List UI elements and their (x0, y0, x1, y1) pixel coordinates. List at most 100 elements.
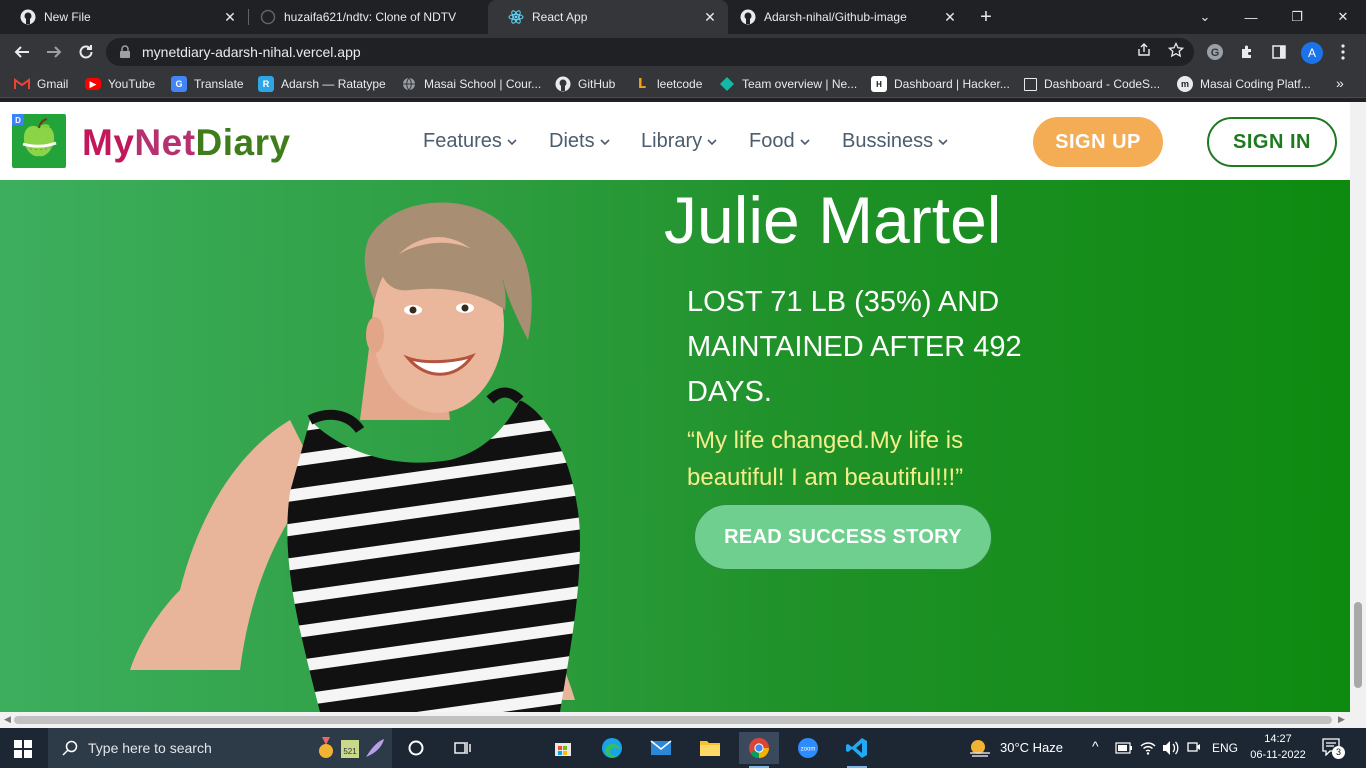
tab-title: React App (532, 10, 588, 24)
wifi-icon[interactable] (1140, 740, 1156, 756)
close-tab-icon[interactable]: ✕ (222, 9, 238, 25)
bookmark-label: Team overview | Ne... (742, 77, 858, 91)
scroll-left-arrow-icon[interactable]: ◀ (4, 714, 11, 725)
bookmark-hackerrank[interactable]: H Dashboard | Hacker... (871, 76, 1010, 92)
bookmark-label: leetcode (657, 77, 703, 91)
sign-up-button[interactable]: SIGN UP (1033, 117, 1163, 167)
tab-strip: New File ✕ huzaifa621/ndtv: Clone of NDT… (0, 0, 1366, 34)
testimonial-quote: “My life changed.My life is beautiful! I… (687, 427, 964, 491)
nav-library[interactable]: Library (641, 130, 717, 153)
nav-business[interactable]: Bussiness (842, 130, 948, 153)
scroll-right-arrow-icon[interactable]: ▶ (1338, 714, 1345, 725)
back-button[interactable] (10, 40, 34, 64)
scroll-thumb[interactable] (14, 716, 1332, 724)
restore-button[interactable]: ❐ (1274, 0, 1320, 34)
action-center-icon[interactable]: 3 (1322, 738, 1345, 759)
grammarly-extension-icon[interactable]: G (1205, 42, 1225, 62)
close-window-button[interactable]: ✕ (1320, 0, 1366, 34)
bookmarks-bar: Gmail ▶ YouTube G Translate R Adarsh — R… (0, 70, 1366, 98)
apple-logo-icon[interactable]: D (12, 114, 66, 168)
bookmark-team-overview[interactable]: Team overview | Ne... (719, 76, 857, 92)
github-icon (20, 9, 36, 25)
nav-diets[interactable]: Diets (549, 130, 610, 153)
bookmark-gmail[interactable]: Gmail (14, 76, 68, 92)
vscode-icon[interactable] (837, 732, 877, 768)
cortana-icon[interactable] (396, 732, 436, 764)
minimize-button[interactable]: — (1228, 0, 1274, 34)
leetcode-icon: ᒪ (637, 76, 647, 91)
hackerrank-icon: H (871, 76, 887, 92)
profile-avatar[interactable]: A (1301, 42, 1323, 64)
bookmark-label: Adarsh — Ratatype (281, 77, 386, 91)
taskbar-search-input[interactable]: Type here to search 521 (48, 728, 392, 768)
close-tab-icon[interactable]: ✕ (942, 9, 958, 25)
scroll-thumb[interactable] (1354, 602, 1362, 688)
chevron-down-icon (938, 138, 948, 145)
feather-icon (366, 739, 384, 757)
arrow-right-icon (47, 46, 62, 58)
logo-my: My (82, 122, 135, 163)
tab-new-file[interactable]: New File ✕ (0, 0, 248, 34)
nav-food[interactable]: Food (749, 130, 810, 153)
bookmark-label: Dashboard - CodeS... (1044, 77, 1161, 91)
weather-text[interactable]: 30°C Haze (1000, 740, 1063, 755)
tab-ndtv[interactable]: huzaifa621/ndtv: Clone of NDTV (240, 0, 488, 34)
bookmark-codesignal[interactable]: Dashboard - CodeS... (1024, 76, 1160, 92)
battery-icon[interactable] (1115, 742, 1133, 754)
new-tab-button[interactable]: + (976, 7, 996, 27)
search-icon (62, 740, 78, 756)
tab-github-image[interactable]: Adarsh-nihal/Github-image ✕ (720, 0, 968, 34)
language-indicator[interactable]: ENG (1212, 741, 1238, 755)
address-bar[interactable]: mynetdiary-adarsh-nihal.vercel.app (106, 38, 1194, 66)
read-success-story-button[interactable]: READ SUCCESS STORY (694, 504, 992, 570)
windows-start-icon[interactable] (14, 740, 32, 758)
forward-button[interactable] (42, 40, 66, 64)
clock-date: 06-11-2022 (1250, 749, 1306, 761)
svg-text:D: D (15, 116, 21, 125)
nav-features[interactable]: Features (423, 130, 517, 153)
volume-icon[interactable] (1162, 740, 1180, 756)
react-icon (508, 10, 524, 24)
github-icon (740, 9, 756, 25)
file-explorer-icon[interactable] (690, 732, 730, 764)
bookmark-masai-coding[interactable]: m Masai Coding Platf... (1177, 76, 1311, 92)
calendar-icon: 521 (341, 740, 359, 758)
chrome-menu-icon[interactable] (1333, 42, 1353, 62)
vertical-scrollbar[interactable] (1350, 102, 1366, 712)
bookmark-github[interactable]: GitHub (555, 76, 615, 92)
chrome-app-icon[interactable] (739, 732, 779, 768)
system-clock[interactable]: 14:27 06-11-2022 (1248, 731, 1308, 763)
bookmark-label: Masai Coding Platf... (1200, 77, 1311, 91)
gmail-icon (14, 76, 30, 92)
more-bookmarks-icon[interactable]: » (1336, 75, 1344, 91)
reload-button[interactable] (74, 40, 98, 64)
horizontal-scrollbar[interactable]: ◀ ▶ (0, 712, 1366, 728)
clock-time: 14:27 (1264, 733, 1292, 745)
bookmark-ratatype[interactable]: R Adarsh — Ratatype (258, 76, 386, 92)
bookmark-translate[interactable]: G Translate (171, 76, 244, 92)
show-hidden-icons-icon[interactable]: ^ (1092, 738, 1099, 754)
bookmark-masai-school[interactable]: Masai School | Cour... (401, 76, 541, 92)
translate-icon: G (171, 76, 187, 92)
bookmark-youtube[interactable]: ▶ YouTube (85, 76, 155, 92)
extensions-puzzle-icon[interactable] (1237, 42, 1257, 62)
task-view-icon[interactable] (443, 732, 483, 764)
github-icon (555, 76, 571, 92)
square-icon (1024, 77, 1037, 91)
tab-search-icon[interactable]: ⌄ (1182, 0, 1228, 34)
share-icon[interactable] (1134, 40, 1154, 60)
mail-icon[interactable] (641, 732, 681, 764)
sign-in-button[interactable]: SIGN IN (1207, 117, 1337, 167)
microsoft-store-icon[interactable] (543, 732, 583, 764)
side-panel-icon[interactable] (1269, 42, 1289, 62)
globe-icon (401, 76, 417, 92)
zoom-icon[interactable]: zoom (788, 732, 828, 764)
bookmark-star-icon[interactable] (1166, 40, 1186, 60)
close-tab-icon[interactable]: ✕ (702, 9, 718, 25)
tab-react-app[interactable]: React App ✕ (488, 0, 728, 34)
site-logo-text[interactable]: MyNetDiary (82, 122, 291, 164)
bookmark-leetcode[interactable]: ᒪ leetcode (634, 76, 702, 92)
weather-icon[interactable] (968, 738, 992, 763)
meet-now-icon[interactable] (1187, 740, 1201, 756)
edge-browser-icon[interactable] (592, 732, 632, 764)
